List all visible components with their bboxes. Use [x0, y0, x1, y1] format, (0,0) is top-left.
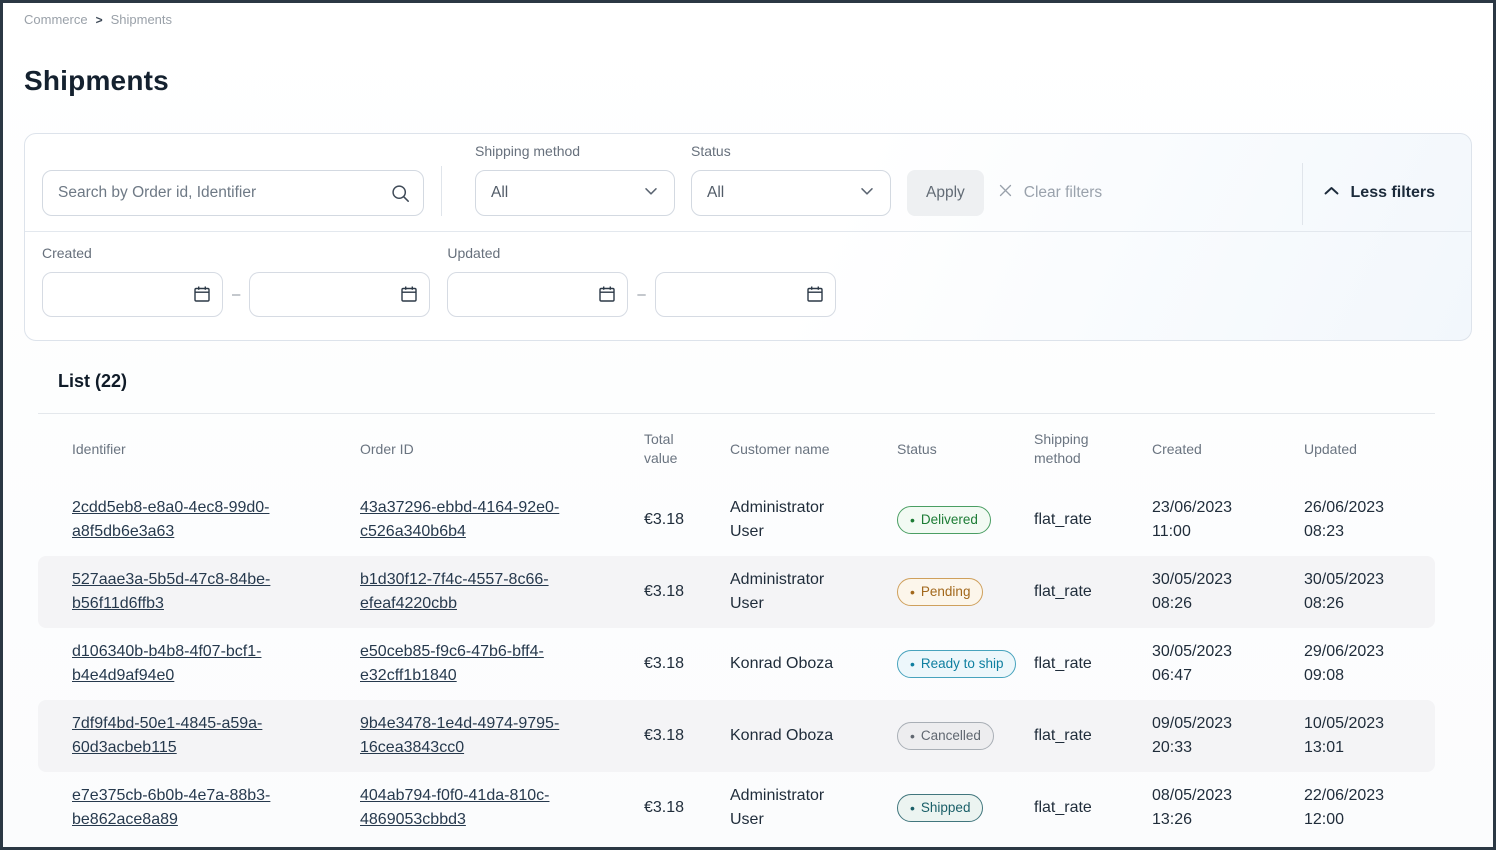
- status-filter: Status All: [691, 143, 891, 216]
- status-badge: Ready to ship: [897, 650, 1016, 678]
- created-cell: 30/05/2023 08:26: [1152, 568, 1304, 616]
- customer-name-cell: Administrator User: [730, 496, 897, 544]
- less-filters-toggle[interactable]: Less filters: [1323, 170, 1435, 216]
- shipping-method-cell: flat_rate: [1034, 724, 1152, 748]
- updated-to-input[interactable]: [655, 272, 836, 317]
- order-id-link[interactable]: 9b4e3478-1e4d-4974-9795-16cea3843cc0: [360, 715, 559, 756]
- filters-divider: [441, 166, 442, 216]
- table-row: e7e375cb-6b0b-4e7a-88b3-be862ace8a89 404…: [38, 772, 1435, 844]
- status-select[interactable]: All: [691, 170, 891, 216]
- shipment-identifier-link[interactable]: 2cdd5eb8-e8a0-4ec8-99d0-a8f5db6e3a63: [72, 499, 269, 540]
- order-id-link[interactable]: e50ceb85-f9c6-47b6-bff4-e32cff1b1840: [360, 643, 544, 684]
- apply-button[interactable]: Apply: [907, 170, 984, 216]
- status-label: Status: [691, 143, 891, 159]
- filters-panel: Shipping method All Status All Apply Cl: [24, 133, 1472, 341]
- status-badge: Shipped: [897, 794, 983, 822]
- created-cell: 08/05/2023 13:26: [1152, 784, 1304, 832]
- updated-label: Updated: [447, 245, 835, 261]
- less-filters-label: Less filters: [1351, 184, 1435, 202]
- status-badge: Cancelled: [897, 722, 994, 750]
- shipping-method-value: All: [491, 184, 508, 202]
- column-header-updated: Updated: [1304, 440, 1401, 459]
- filters-date-row: Created – Updated: [25, 232, 1471, 317]
- list-title: List (22): [58, 371, 1435, 392]
- order-id-link[interactable]: b1d30f12-7f4c-4557-8c66-efeaf4220cbb: [360, 571, 549, 612]
- search-input[interactable]: [42, 170, 424, 216]
- created-from-wrap: [42, 272, 223, 317]
- table-row: d106340b-b4b8-4f07-bcf1-b4e4d9af94e0 e50…: [38, 628, 1435, 700]
- chevron-up-icon: [1323, 184, 1340, 203]
- total-value-cell: €3.18: [644, 724, 730, 748]
- clear-filters-button[interactable]: Clear filters: [997, 170, 1102, 216]
- date-range-separator: –: [232, 286, 240, 303]
- shipment-identifier-link[interactable]: e7e375cb-6b0b-4e7a-88b3-be862ace8a89: [72, 787, 270, 828]
- created-to-wrap: [249, 272, 430, 317]
- table-header-row: Identifier Order ID Total value Customer…: [38, 414, 1435, 484]
- updated-cell: 29/06/2023 09:08: [1304, 640, 1401, 688]
- status-badge: Pending: [897, 578, 983, 606]
- customer-name-cell: Konrad Oboza: [730, 724, 897, 748]
- close-icon: [997, 182, 1014, 204]
- customer-name-cell: Administrator User: [730, 568, 897, 616]
- shipment-identifier-link[interactable]: d106340b-b4b8-4f07-bcf1-b4e4d9af94e0: [72, 643, 261, 684]
- created-cell: 30/05/2023 06:47: [1152, 640, 1304, 688]
- order-id-link[interactable]: 43a37296-ebbd-4164-92e0-c526a340b6b4: [360, 499, 559, 540]
- total-value-cell: €3.18: [644, 580, 730, 604]
- total-value-cell: €3.18: [644, 796, 730, 820]
- total-value-cell: €3.18: [644, 508, 730, 532]
- status-value: All: [707, 184, 724, 202]
- column-header-customer-name: Customer name: [730, 440, 897, 459]
- column-header-status: Status: [897, 440, 1034, 459]
- shipping-method-filter: Shipping method All: [475, 143, 675, 216]
- customer-name-cell: Konrad Oboza: [730, 652, 897, 676]
- updated-cell: 30/05/2023 08:26: [1304, 568, 1401, 616]
- date-range-separator: –: [637, 286, 645, 303]
- updated-cell: 22/06/2023 12:00: [1304, 784, 1401, 832]
- created-from-input[interactable]: [42, 272, 223, 317]
- chevron-down-icon: [643, 183, 659, 204]
- status-badge: Delivered: [897, 506, 991, 534]
- order-id-link[interactable]: 404ab794-f0f0-41da-810c-4869053cbbd3: [360, 787, 549, 828]
- breadcrumb-separator: >: [96, 13, 103, 27]
- clear-filters-label: Clear filters: [1024, 184, 1102, 202]
- column-header-shipping-method: Shipping method: [1034, 430, 1152, 468]
- shipping-method-cell: flat_rate: [1034, 652, 1152, 676]
- shipping-method-label: Shipping method: [475, 143, 675, 159]
- shipping-method-cell: flat_rate: [1034, 580, 1152, 604]
- updated-date-filter: Updated –: [447, 245, 835, 317]
- page-title: Shipments: [24, 65, 1493, 97]
- shipping-method-cell: flat_rate: [1034, 508, 1152, 532]
- shipping-method-cell: flat_rate: [1034, 796, 1152, 820]
- updated-cell: 10/05/2023 13:01: [1304, 712, 1401, 760]
- created-to-input[interactable]: [249, 272, 430, 317]
- shipments-list: List (22) Identifier Order ID Total valu…: [3, 371, 1493, 844]
- shipment-identifier-link[interactable]: 527aae3a-5b5d-47c8-84be-b56f11d6ffb3: [72, 571, 270, 612]
- filters-primary-row: Shipping method All Status All Apply Cl: [25, 134, 1471, 232]
- customer-name-cell: Administrator User: [730, 784, 897, 832]
- created-cell: 09/05/2023 20:33: [1152, 712, 1304, 760]
- breadcrumb-commerce[interactable]: Commerce: [24, 12, 88, 27]
- updated-from-input[interactable]: [447, 272, 628, 317]
- column-header-total-value: Total value: [644, 430, 730, 468]
- shipment-identifier-link[interactable]: 7df9f4bd-50e1-4845-a59a-60d3acbeb115: [72, 715, 262, 756]
- updated-from-wrap: [447, 272, 628, 317]
- updated-cell: 26/06/2023 08:23: [1304, 496, 1401, 544]
- total-value-cell: €3.18: [644, 652, 730, 676]
- created-date-filter: Created –: [42, 245, 430, 317]
- breadcrumb-shipments[interactable]: Shipments: [111, 12, 172, 27]
- table-row: 7df9f4bd-50e1-4845-a59a-60d3acbeb115 9b4…: [38, 700, 1435, 772]
- chevron-down-icon: [859, 183, 875, 204]
- table-row: 527aae3a-5b5d-47c8-84be-b56f11d6ffb3 b1d…: [38, 556, 1435, 628]
- updated-to-wrap: [655, 272, 836, 317]
- column-header-created: Created: [1152, 440, 1304, 459]
- breadcrumb: Commerce > Shipments: [3, 3, 1493, 27]
- shipping-method-select[interactable]: All: [475, 170, 675, 216]
- filters-divider: [1302, 163, 1303, 225]
- created-cell: 23/06/2023 11:00: [1152, 496, 1304, 544]
- column-header-identifier: Identifier: [72, 440, 360, 459]
- search-field-wrap: [42, 170, 424, 216]
- table-row: 2cdd5eb8-e8a0-4ec8-99d0-a8f5db6e3a63 43a…: [38, 484, 1435, 556]
- created-label: Created: [42, 245, 430, 261]
- column-header-order-id: Order ID: [360, 440, 644, 459]
